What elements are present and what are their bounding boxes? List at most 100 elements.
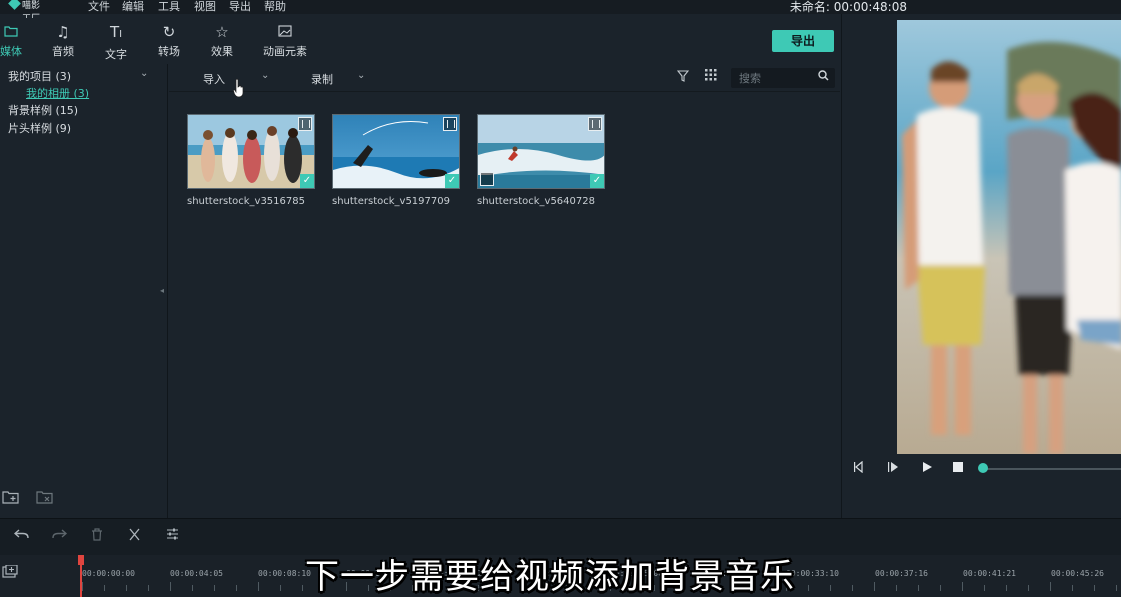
tab-effects[interactable]: ☆ 效果	[197, 24, 247, 59]
timeline-tick	[1116, 585, 1117, 591]
timeline-tick	[874, 582, 875, 591]
delete-icon[interactable]	[91, 528, 103, 545]
timeline-tick	[280, 585, 281, 591]
redo-icon[interactable]	[52, 528, 68, 544]
timeline-tick	[1050, 582, 1051, 591]
tree-item-intro-samples[interactable]: 片头样例 (9)	[8, 120, 71, 136]
timeline-tick	[1072, 585, 1073, 591]
play-icon[interactable]	[920, 461, 934, 476]
video-subtitle: 下一步需要给视频添加背景音乐	[305, 557, 795, 597]
media-item[interactable]: ✓ shutterstock_v5640728	[477, 114, 605, 207]
video-type-icon	[480, 172, 494, 186]
tab-elements[interactable]: 动画元素	[260, 24, 310, 59]
collapse-panel-icon[interactable]: ◂	[160, 286, 164, 295]
timeline-tick	[940, 585, 941, 591]
media-thumbnail[interactable]: ✓	[477, 114, 605, 189]
search-box	[731, 68, 835, 88]
chevron-down-icon[interactable]: ⌄	[140, 68, 148, 79]
filter-icon[interactable]	[676, 70, 690, 85]
media-thumbnail[interactable]: ✓	[187, 114, 315, 189]
image-icon	[260, 24, 310, 40]
video-clip-badge-icon	[588, 117, 602, 131]
timeline-tick	[1094, 585, 1095, 591]
timeline-tick	[148, 585, 149, 591]
menu-file[interactable]: 文件	[88, 0, 110, 14]
hand-cursor-icon	[233, 78, 244, 98]
undo-icon[interactable]	[13, 528, 29, 544]
tab-media[interactable]: 媒体	[0, 24, 36, 59]
transition-icon: ↻	[162, 23, 176, 41]
tab-text-label: 文字	[105, 48, 127, 61]
menu-export[interactable]: 导出	[229, 0, 251, 14]
timeline-tick	[258, 582, 259, 591]
import-dropdown-icon[interactable]: ⌄	[261, 70, 269, 81]
music-note-icon: ♫	[56, 23, 70, 41]
timeline-tick	[302, 585, 303, 591]
media-item[interactable]: ✓ shutterstock_v3516785	[187, 114, 315, 207]
timeline-tick	[104, 585, 105, 591]
record-dropdown-icon[interactable]: ⌄	[357, 70, 365, 81]
app-window: 喵影工厂 文件 编辑 工具 视图 导出 帮助 未命名: 00:00:48:08 …	[0, 0, 1121, 597]
menu-view[interactable]: 视图	[194, 0, 216, 14]
media-item[interactable]: ✓ shutterstock_v5197709	[332, 114, 460, 207]
library-tree: 我的项目 (3) ⌄ 我的相册 (3) 背景样例 (15) 片头样例 (9) ◂	[0, 64, 168, 518]
timeline-tick	[984, 585, 985, 591]
tab-transition[interactable]: ↻ 转场	[144, 24, 194, 59]
tab-text[interactable]: TI 文字	[91, 24, 141, 62]
tab-effects-label: 效果	[211, 45, 233, 58]
video-clip-badge-icon	[443, 117, 457, 131]
tree-item-my-projects[interactable]: 我的项目 (3)	[8, 68, 71, 84]
timeline-tick	[82, 582, 83, 591]
cut-icon[interactable]	[128, 528, 141, 545]
timeline-tick-label: 00:00:37:16	[875, 569, 928, 578]
checkmark-icon: ✓	[300, 174, 314, 188]
media-thumbnail[interactable]: ✓	[332, 114, 460, 189]
timeline-tick-label: 00:00:00:00	[82, 569, 135, 578]
preview-panel	[841, 14, 1121, 518]
delete-folder-icon[interactable]	[36, 490, 54, 508]
tab-media-label: 媒体	[0, 45, 22, 58]
preview-video[interactable]	[897, 20, 1121, 454]
timeline-tick	[830, 585, 831, 591]
tab-audio[interactable]: ♫ 音频	[38, 24, 88, 59]
tree-item-my-album[interactable]: 我的相册 (3)	[26, 85, 89, 101]
logo-diamond-icon	[8, 0, 21, 10]
timeline-toolbar	[0, 519, 1121, 555]
search-icon[interactable]	[818, 70, 829, 84]
timeline-tick-label: 00:00:45:26	[1051, 569, 1104, 578]
effects-icon: ☆	[215, 23, 229, 41]
adjust-icon[interactable]	[166, 528, 179, 544]
folder-icon	[0, 24, 36, 40]
menu-tools[interactable]: 工具	[158, 0, 180, 14]
timeline-tick	[214, 585, 215, 591]
timeline-tick	[126, 585, 127, 591]
media-item-name: shutterstock_v5640728	[477, 196, 595, 207]
playback-progress-bar[interactable]	[984, 468, 1121, 470]
search-input[interactable]	[739, 71, 815, 85]
timeline-tick	[1028, 585, 1029, 591]
record-button[interactable]: 录制	[311, 71, 333, 87]
media-item-name: shutterstock_v3516785	[187, 196, 305, 207]
grid-view-icon[interactable]	[705, 69, 717, 85]
media-library: 导入 ⌄ 录制 ⌄ 搜索 ✓ shutterstock_v3516785 ✓ s…	[169, 64, 840, 518]
main-toolbar: 媒体 ♫ 音频 TI 文字 ↻ 转场 ☆ 效果 动画元素 导出	[0, 18, 840, 64]
next-frame-icon[interactable]	[886, 461, 900, 476]
timeline-tick	[852, 585, 853, 591]
playback-progress-knob[interactable]	[978, 463, 988, 473]
import-button[interactable]: 导入	[203, 71, 225, 87]
timeline: 00:00:00:00 00:00:04:05 00:00:08:10 00:0…	[0, 518, 1121, 597]
new-folder-icon[interactable]	[2, 490, 20, 508]
stop-icon[interactable]	[952, 461, 964, 476]
playhead[interactable]	[80, 555, 82, 597]
tab-audio-label: 音频	[52, 45, 74, 58]
export-button[interactable]: 导出	[772, 30, 834, 52]
tree-item-background-samples[interactable]: 背景样例 (15)	[8, 102, 78, 118]
timeline-tick	[192, 585, 193, 591]
timeline-tick	[808, 585, 809, 591]
add-track-icon[interactable]	[2, 564, 18, 583]
project-title: 未命名: 00:00:48:08	[789, 0, 907, 14]
checkmark-icon: ✓	[445, 174, 459, 188]
previous-frame-icon[interactable]	[852, 460, 866, 476]
menu-help[interactable]: 帮助	[264, 0, 286, 14]
menu-edit[interactable]: 编辑	[122, 0, 144, 14]
